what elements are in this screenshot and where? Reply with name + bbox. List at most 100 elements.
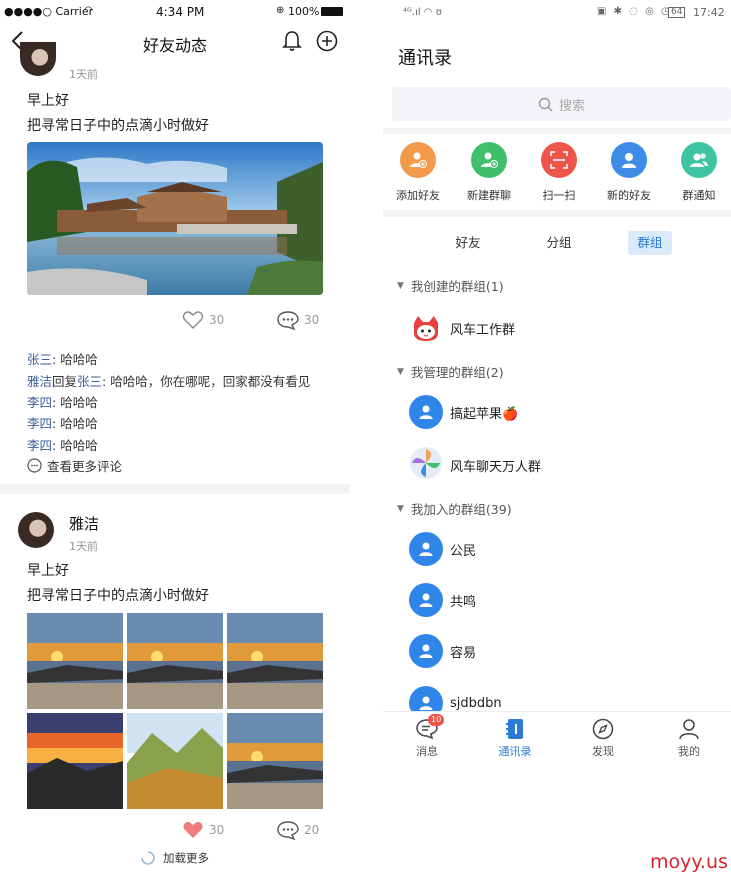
like-count: 30 [209,313,225,327]
scan-label: 扫一扫 [542,189,576,202]
comment-text: : 哈哈哈 [52,352,98,367]
group-notice-button[interactable]: 群通知 [666,142,731,203]
contacts-book-icon [504,718,526,740]
heart-filled-icon [183,822,203,838]
post-avatar[interactable] [20,42,56,76]
group-name: 风车聊天万人群 [450,459,542,475]
scan-button[interactable]: 扫一扫 [526,142,592,203]
post-divider [0,484,350,494]
segment-groups[interactable]: 群组 [628,231,672,255]
group-row[interactable]: 公民 [409,532,476,566]
group-row[interactable]: 搞起苹果🍎 [409,395,518,429]
add-circle-icon[interactable] [316,30,338,56]
segment-friends[interactable]: 好友 [445,231,491,255]
signal-icons: ⁴ᴳ.ıl ◠ ʊ [403,7,442,18]
section-divider [383,128,731,134]
reply-word: 回复 [52,374,78,389]
battery-level: 64 [668,7,686,18]
group-name: 共鸣 [450,594,477,610]
post-avatar[interactable] [18,512,54,548]
joined-groups-header[interactable]: ▼ 我加入的群组(39) [397,499,512,518]
comment-count: 30 [304,313,320,327]
comment-count: 20 [304,823,320,837]
group-name: 搞起苹果🍎 [450,406,519,422]
group-row[interactable]: 风车工作群 [409,311,515,345]
group-notice-label: 群通知 [682,189,716,202]
tab-discover-label: 发现 [592,745,614,758]
like-button[interactable]: 30 [182,310,224,330]
tab-messages-label: 消息 [416,745,438,758]
friend-feed-screen: ●●●●○ Carrier ◠ 4:34 PM ⊕ 100% 好友动态 1天前 … [0,0,350,879]
group-name: 风车工作群 [450,322,516,338]
comment-row: 李四: 哈哈哈 [27,435,98,454]
tab-me[interactable]: 我的 [659,718,719,759]
comment-author[interactable]: 雅洁 [27,374,52,389]
comment-author[interactable]: 李四 [27,416,52,431]
tab-contacts[interactable]: 通讯录 [485,718,545,759]
comment-text: : 哈哈哈 [52,395,98,410]
bell-icon[interactable] [282,30,302,56]
group-name: 公民 [450,543,477,559]
group-row[interactable]: 共鸣 [409,583,476,617]
tab-discover[interactable]: 发现 [573,718,633,759]
post-photo[interactable] [27,142,323,295]
comment-row: 李四: 哈哈哈 [27,392,98,411]
section-divider [383,210,731,217]
person-icon [678,718,700,740]
pinwheel-avatar-icon [409,446,443,484]
lock-rotation-icon: ⊕ [276,5,285,16]
windmill-mascot-avatar [409,311,443,345]
group-name: 容易 [450,645,477,661]
new-group-chat-button[interactable]: 新建群聊 [456,142,522,203]
grid-photo[interactable] [127,613,223,709]
comment-author[interactable]: 张三 [27,352,52,367]
comment-icon [27,458,42,473]
joined-groups-label: 我加入的群组(39) [410,502,512,517]
search-input[interactable]: 搜索 [392,87,731,121]
comment-text: : 哈哈哈 [52,416,98,431]
comment-author[interactable]: 李四 [27,395,52,410]
add-friend-button[interactable]: 添加好友 [385,142,451,203]
post-time: 1天前 [69,540,98,553]
comment-icon [277,821,299,840]
view-more-comments[interactable]: 查看更多评论 [27,456,122,475]
expand-triangle-icon: ▼ [397,366,404,377]
reply-target[interactable]: 张三 [77,374,102,389]
new-group-label: 新建群聊 [467,189,511,202]
group-row[interactable]: 容易 [409,634,476,668]
status-bar: ⁴ᴳ.ıl ◠ ʊ ▣ ✱ ◌ ◎ ◷ 64 17:42 [383,0,731,26]
comment-author[interactable]: 李四 [27,438,52,453]
comment-row: 李四: 哈哈哈 [27,413,98,432]
comment-text: : 哈哈哈，你在哪呢，回家都没有看见 [102,374,311,389]
created-groups-header[interactable]: ▼ 我创建的群组(1) [397,276,504,295]
comment-row: 雅洁回复张三: 哈哈哈，你在哪呢，回家都没有看见 [27,371,310,390]
message-icon: 10 [416,714,445,740]
status-time: 17:42 [693,6,725,19]
comment-button[interactable]: 20 [277,820,319,840]
post-text-line1: 早上好 [27,563,69,579]
grid-photo[interactable] [227,613,323,709]
carrier-label: ●●●●○ Carrier [4,5,94,18]
managed-groups-header[interactable]: ▼ 我管理的群组(2) [397,362,504,381]
battery-icon [321,7,343,16]
grid-photo[interactable] [227,713,323,809]
comment-text: : 哈哈哈 [52,438,98,453]
comment-button[interactable]: 30 [277,310,319,330]
unread-badge: 10 [428,714,445,726]
grid-photo[interactable] [27,713,123,809]
post-author[interactable]: 雅洁 [69,513,99,534]
grid-photo[interactable] [127,713,223,809]
segment-categories[interactable]: 分组 [536,231,582,255]
page-title: 通讯录 [398,48,452,69]
tab-messages[interactable]: 10 消息 [397,714,457,759]
user-avatar-icon [409,532,443,566]
grid-photo[interactable] [27,613,123,709]
new-friends-button[interactable]: 新的好友 [596,142,662,203]
post-text-line2: 把寻常日子中的点滴小时做好 [27,118,209,134]
group-notice-icon [681,142,717,178]
post-text-line1: 早上好 [27,93,69,109]
tab-contacts-label: 通讯录 [498,745,532,758]
group-row[interactable]: 风车聊天万人群 [409,446,541,484]
like-button[interactable]: 30 [182,820,224,840]
load-more[interactable]: 加载更多 [141,850,209,866]
